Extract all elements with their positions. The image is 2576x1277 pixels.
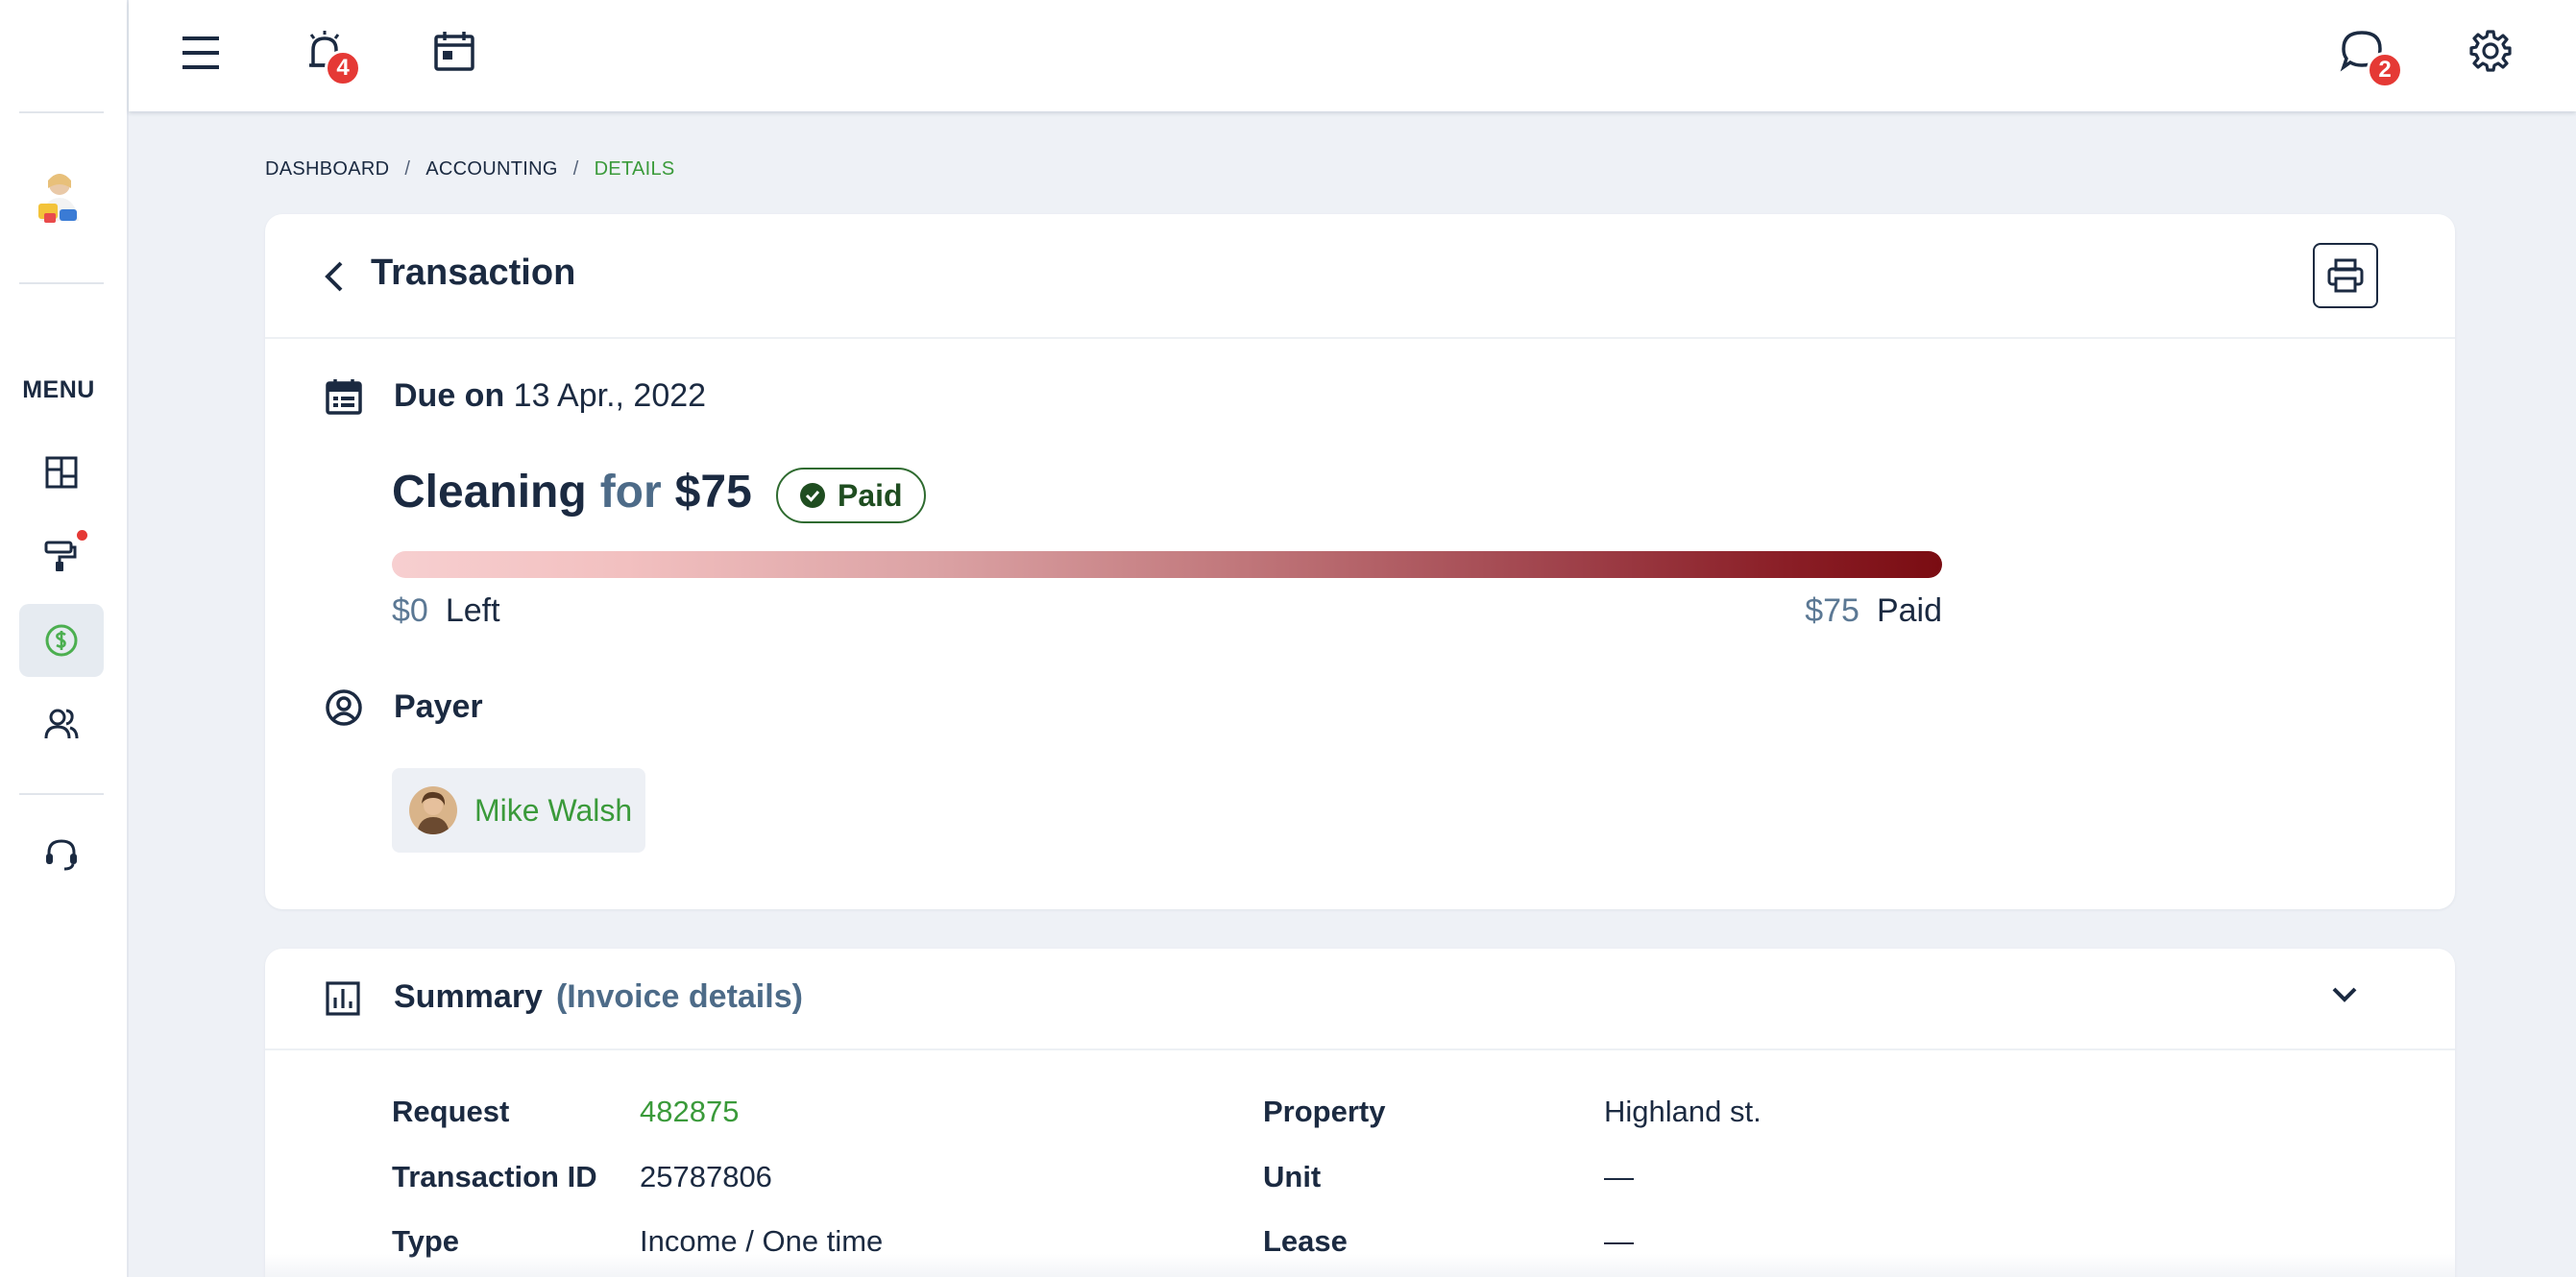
users-icon (44, 709, 79, 739)
dollar-circle-icon (45, 624, 78, 657)
chevron-left-icon (325, 261, 343, 292)
left-amount: $0 (392, 592, 428, 629)
sidebar-item-accounting[interactable] (19, 604, 104, 677)
breadcrumb-separator: / (572, 158, 579, 180)
summary-title: Summary (Invoice details) (394, 978, 803, 1016)
payer-name: Mike Walsh (474, 792, 633, 828)
hamburger-icon (182, 36, 219, 69)
sidebar-item-people[interactable] (19, 687, 104, 760)
summary-value: — (1604, 1160, 1634, 1193)
sidebar-item-maintenance[interactable] (19, 518, 104, 591)
print-button[interactable] (2313, 243, 2378, 308)
scroll-fade (265, 1254, 2455, 1277)
breadcrumb: DASHBOARD / ACCOUNTING / DETAILS (265, 158, 675, 181)
request-link[interactable]: 482875 (640, 1095, 739, 1129)
summary-key: Request (392, 1095, 510, 1128)
headset-icon (46, 839, 77, 871)
transaction-card: Transaction Due on 13 Apr., 2022 Cleanin… (265, 214, 2455, 909)
breadcrumb-separator: / (404, 158, 411, 180)
user-avatar[interactable] (31, 167, 88, 230)
summary-header[interactable]: Summary (Invoice details) (265, 949, 2455, 1050)
notification-dot (77, 530, 87, 541)
breadcrumb-dashboard[interactable]: DASHBOARD (265, 158, 389, 181)
status-label: Paid (838, 477, 903, 513)
due-date-row: Due on 13 Apr., 2022 (394, 377, 706, 415)
calendar-button[interactable] (430, 27, 478, 75)
sidebar-item-dashboard[interactable] (19, 436, 104, 509)
due-date: 13 Apr., 2022 (513, 377, 707, 414)
left-label: Left (445, 592, 500, 629)
summary-subtitle: (Invoice details) (555, 978, 803, 1015)
charge-amount: $75 (674, 467, 752, 518)
summary-key: Property (1263, 1095, 1386, 1128)
paint-roller-icon (44, 541, 77, 571)
charge-heading: Cleaning for $75 (392, 466, 752, 518)
sidebar: MENU (0, 0, 129, 1277)
settings-button[interactable] (2467, 27, 2515, 75)
breadcrumb-accounting[interactable]: ACCOUNTING (425, 158, 557, 181)
summary-value: 25787806 (640, 1160, 772, 1193)
messages-badge: 2 (2367, 52, 2403, 88)
sidebar-divider (19, 282, 104, 284)
payer-label: Payer (394, 688, 483, 725)
calendar-icon (434, 32, 474, 71)
sidebar-item-support[interactable] (19, 818, 104, 891)
hamburger-menu-button[interactable] (177, 29, 225, 77)
back-button[interactable] (315, 254, 353, 299)
user-circle-icon (326, 689, 362, 726)
paid-amount: $75 (1805, 592, 1859, 629)
charge-for: for (599, 467, 662, 518)
calendar-icon (326, 379, 362, 415)
notifications-badge: 4 (325, 50, 361, 86)
summary-key: Unit (1263, 1160, 1322, 1193)
chevron-down-icon[interactable] (2330, 983, 2359, 1006)
progress-left: $0 Left (392, 592, 500, 630)
payment-progress-bar (392, 551, 1942, 578)
check-circle-icon (800, 483, 825, 508)
due-label: Due on (394, 377, 505, 414)
breadcrumb-details: DETAILS (594, 158, 675, 180)
messages-button[interactable]: 2 (2338, 27, 2403, 88)
charge-name: Cleaning (392, 467, 587, 518)
payer-avatar (409, 786, 457, 834)
notifications-button[interactable]: 4 (302, 27, 361, 86)
page-title: Transaction (371, 253, 576, 293)
status-badge: Paid (776, 468, 926, 523)
summary-value: Highland st. (1604, 1095, 1762, 1128)
topbar: 4 2 (129, 0, 2576, 111)
payer-chip[interactable]: Mike Walsh (392, 768, 645, 853)
transaction-card-header: Transaction (265, 214, 2455, 339)
sidebar-divider (19, 111, 104, 113)
gear-icon (2469, 30, 2512, 72)
summary-title-text: Summary (394, 978, 543, 1015)
summary-card: Summary (Invoice details) Request 482875 … (265, 949, 2455, 1277)
paid-label: Paid (1876, 592, 1942, 629)
sidebar-divider (19, 793, 104, 795)
progress-paid: $75 Paid (1800, 592, 1942, 630)
dashboard-icon (45, 456, 78, 489)
bar-chart-icon (326, 981, 360, 1016)
menu-label: MENU (22, 376, 95, 403)
summary-key: Transaction ID (392, 1160, 597, 1193)
printer-icon (2327, 258, 2364, 293)
